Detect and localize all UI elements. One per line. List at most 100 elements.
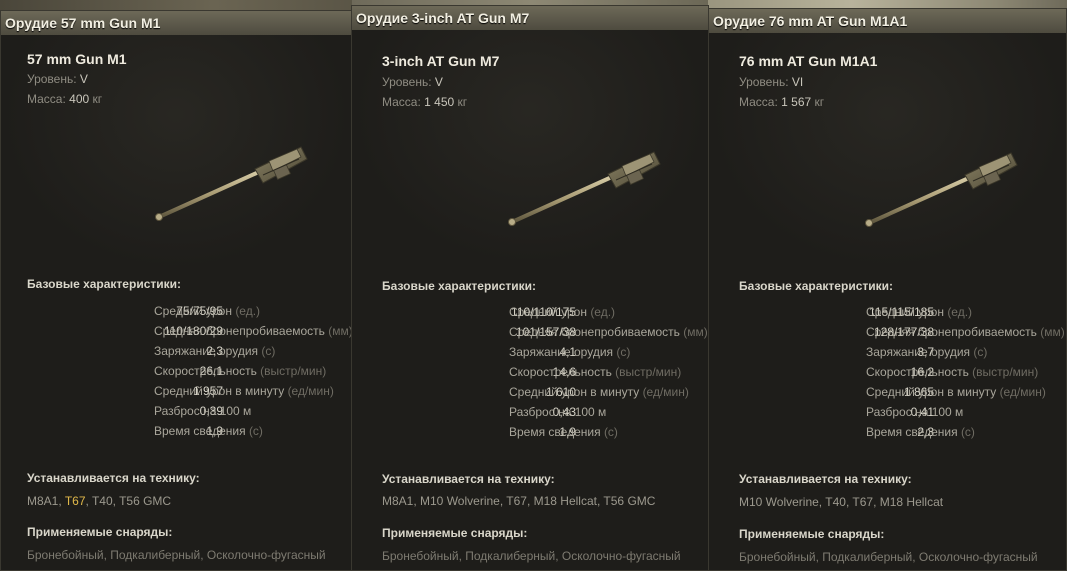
- gun-meta: Уровень: V Масса: 1 450 кг: [382, 72, 467, 112]
- mass-label: Масса:: [27, 92, 66, 106]
- gun-name: 57 mm Gun M1: [27, 51, 127, 67]
- stat-label-text: Средний урон в минуту: [154, 384, 285, 398]
- level-value: V: [79, 72, 88, 86]
- stat-label: Средний урон в минуту (ед/мин): [154, 381, 334, 401]
- gun-meta: Уровень: V Масса: 400 кг: [27, 69, 102, 109]
- stat-row: 128/177/38 Средняя бронепробиваемость (мм…: [709, 322, 1066, 342]
- stats-table: 115/115/185 Средний урон (ед.) 128/177/38 С…: [709, 302, 1066, 442]
- ammo-list: Бронебойный, Подкалиберный, Осколочно-фу…: [382, 549, 681, 563]
- installed-on-title: Устанавливается на технику:: [739, 472, 912, 486]
- stat-label: Заряжание орудия (с): [866, 342, 987, 362]
- vehicle-list: M8A1, T67, T40, T56 GMC: [27, 494, 171, 508]
- level-value: VI: [791, 75, 804, 89]
- stat-label-text: Средний урон в минуту: [509, 385, 640, 399]
- stat-label: Средний урон (ед.): [866, 302, 972, 322]
- stat-label-text: Средний урон: [866, 305, 944, 319]
- mass-label: Масса:: [739, 95, 778, 109]
- stat-label-text: Время сведения: [866, 425, 958, 439]
- stat-row: 1 610 Средний урон в минуту (ед/мин): [352, 382, 708, 402]
- gun-tooltip-57mm: Орудие 57 mm Gun M1 57 mm Gun M1 Уровень…: [0, 10, 352, 571]
- stat-unit: (с): [960, 425, 975, 439]
- stat-label-text: Средняя бронепробиваемость: [154, 324, 325, 338]
- stat-row: 110/180/29 Средняя бронепробиваемость (мм…: [1, 321, 352, 341]
- stat-unit: (с): [248, 424, 263, 438]
- stat-label: Средняя бронепробиваемость (мм): [154, 321, 352, 341]
- stat-label-text: Разброс на 100 м: [509, 405, 607, 419]
- stat-label: Средний урон (ед.): [154, 301, 260, 321]
- gun-image: [861, 147, 1021, 227]
- stat-row: 1,9 Время сведения (с): [1, 421, 351, 441]
- gun-meta: Уровень: VI Масса: 1 567 кг: [739, 72, 824, 112]
- base-stats-title: Базовые характеристики:: [27, 277, 181, 291]
- stat-row: 115/115/185 Средний урон (ед.): [709, 302, 1066, 322]
- stat-label: Время сведения (с): [866, 422, 975, 442]
- mass-unit: кг: [814, 95, 825, 109]
- stat-label-text: Заряжание орудия: [509, 345, 614, 359]
- tooltip-content: 57 mm Gun M1 Уровень: V Масса: 400 кг Ба…: [1, 11, 351, 570]
- level-row: Уровень: V: [382, 72, 467, 92]
- stat-row: 110/110/175 Средний урон (ед.): [352, 302, 708, 322]
- stat-label-text: Разброс на 100 м: [866, 405, 964, 419]
- mass-value: 1 567: [781, 95, 812, 109]
- gun-barrel-icon: [865, 152, 1018, 227]
- mass-value: 1 450: [424, 95, 455, 109]
- stat-row: 0,41 Разброс на 100 м: [709, 402, 1066, 422]
- stat-row: 26,1 Скорострельность (выстр/мин): [1, 361, 351, 381]
- stat-label-text: Средний урон в минуту: [866, 385, 997, 399]
- level-row: Уровень: V: [27, 69, 102, 89]
- stat-label: Скорострельность (выстр/мин): [154, 361, 326, 381]
- stat-row: 1 865 Средний урон в минуту (ед/мин): [709, 382, 1066, 402]
- ammo-title: Применяемые снаряды:: [382, 526, 528, 540]
- vehicle-list: M8A1, M10 Wolverine, T67, M18 Hellcat, T…: [382, 494, 655, 508]
- stat-row: 75/75/95 Средний урон (ед.): [1, 301, 351, 321]
- mass-row: Масса: 1 567 кг: [739, 92, 824, 112]
- stat-label-text: Средний урон: [509, 305, 587, 319]
- stat-label-text: Разброс на 100 м: [154, 404, 252, 418]
- stat-label: Скорострельность (выстр/мин): [509, 362, 681, 382]
- mass-row: Масса: 400 кг: [27, 89, 102, 109]
- vehicle-names: M8A1,: [27, 494, 65, 508]
- stat-unit: (ед/мин): [999, 385, 1046, 399]
- stats-table: 110/110/175 Средний урон (ед.) 101/157/38 С…: [352, 302, 708, 442]
- stat-label-text: Заряжание орудия: [154, 344, 259, 358]
- stats-table: 75/75/95 Средний урон (ед.) 110/180/29 Сред…: [1, 301, 352, 441]
- stat-unit: (выстр/мин): [615, 365, 682, 379]
- stat-label-text: Время сведения: [509, 425, 601, 439]
- mass-unit: кг: [92, 92, 103, 106]
- stat-unit: (ед.): [947, 305, 973, 319]
- gun-tooltip-76mm: Орудие 76 mm AT Gun M1A1 76 mm AT Gun M1…: [708, 8, 1067, 571]
- tooltip-content: 76 mm AT Gun M1A1 Уровень: VI Масса: 1 5…: [709, 9, 1066, 570]
- gun-tooltip-3inch: Орудие 3-inch AT Gun M7 3-inch AT Gun M7…: [351, 5, 709, 571]
- vehicle-names: M8A1, M10 Wolverine, T67, M18 Hellcat, T…: [382, 494, 656, 508]
- stat-unit: (мм): [1040, 325, 1065, 339]
- stat-label: Время сведения (с): [509, 422, 618, 442]
- stat-label-text: Скорострельность: [509, 365, 612, 379]
- stat-unit: (ед.): [590, 305, 616, 319]
- stat-row: 0,43 Разброс на 100 м: [352, 402, 708, 422]
- base-stats-title: Базовые характеристики:: [739, 279, 893, 293]
- mass-label: Масса:: [382, 95, 421, 109]
- stat-label: Разброс на 100 м: [154, 401, 251, 421]
- stat-label-text: Заряжание орудия: [866, 345, 971, 359]
- gun-name: 3-inch AT Gun M7: [382, 53, 500, 69]
- stat-unit: (мм): [328, 324, 352, 338]
- gun-barrel-icon: [155, 146, 308, 221]
- gun-name: 76 mm AT Gun M1A1: [739, 53, 878, 69]
- stat-label-text: Средний урон: [154, 304, 232, 318]
- stat-label: Средний урон в минуту (ед/мин): [866, 382, 1046, 402]
- stat-label: Время сведения (с): [154, 421, 263, 441]
- stat-row: 3,7 Заряжание орудия (с): [709, 342, 1066, 362]
- stat-row: 0,39 Разброс на 100 м: [1, 401, 351, 421]
- stat-unit: (ед.): [235, 304, 261, 318]
- stat-row: 101/157/38 Средняя бронепробиваемость (мм…: [352, 322, 708, 342]
- vehicle-names: M10 Wolverine, T40, T67, M18 Hellcat: [739, 495, 944, 509]
- ammo-list: Бронебойный, Подкалиберный, Осколочно-фу…: [739, 550, 1038, 564]
- mass-row: Масса: 1 450 кг: [382, 92, 467, 112]
- stat-row: 4,1 Заряжание орудия (с): [352, 342, 708, 362]
- stat-unit: (с): [261, 344, 276, 358]
- stat-unit: (с): [616, 345, 631, 359]
- stat-label-text: Время сведения: [154, 424, 246, 438]
- stat-unit: (ед/мин): [287, 384, 334, 398]
- vehicle-names: , T40, T56 GMC: [85, 494, 172, 508]
- level-value: V: [434, 75, 443, 89]
